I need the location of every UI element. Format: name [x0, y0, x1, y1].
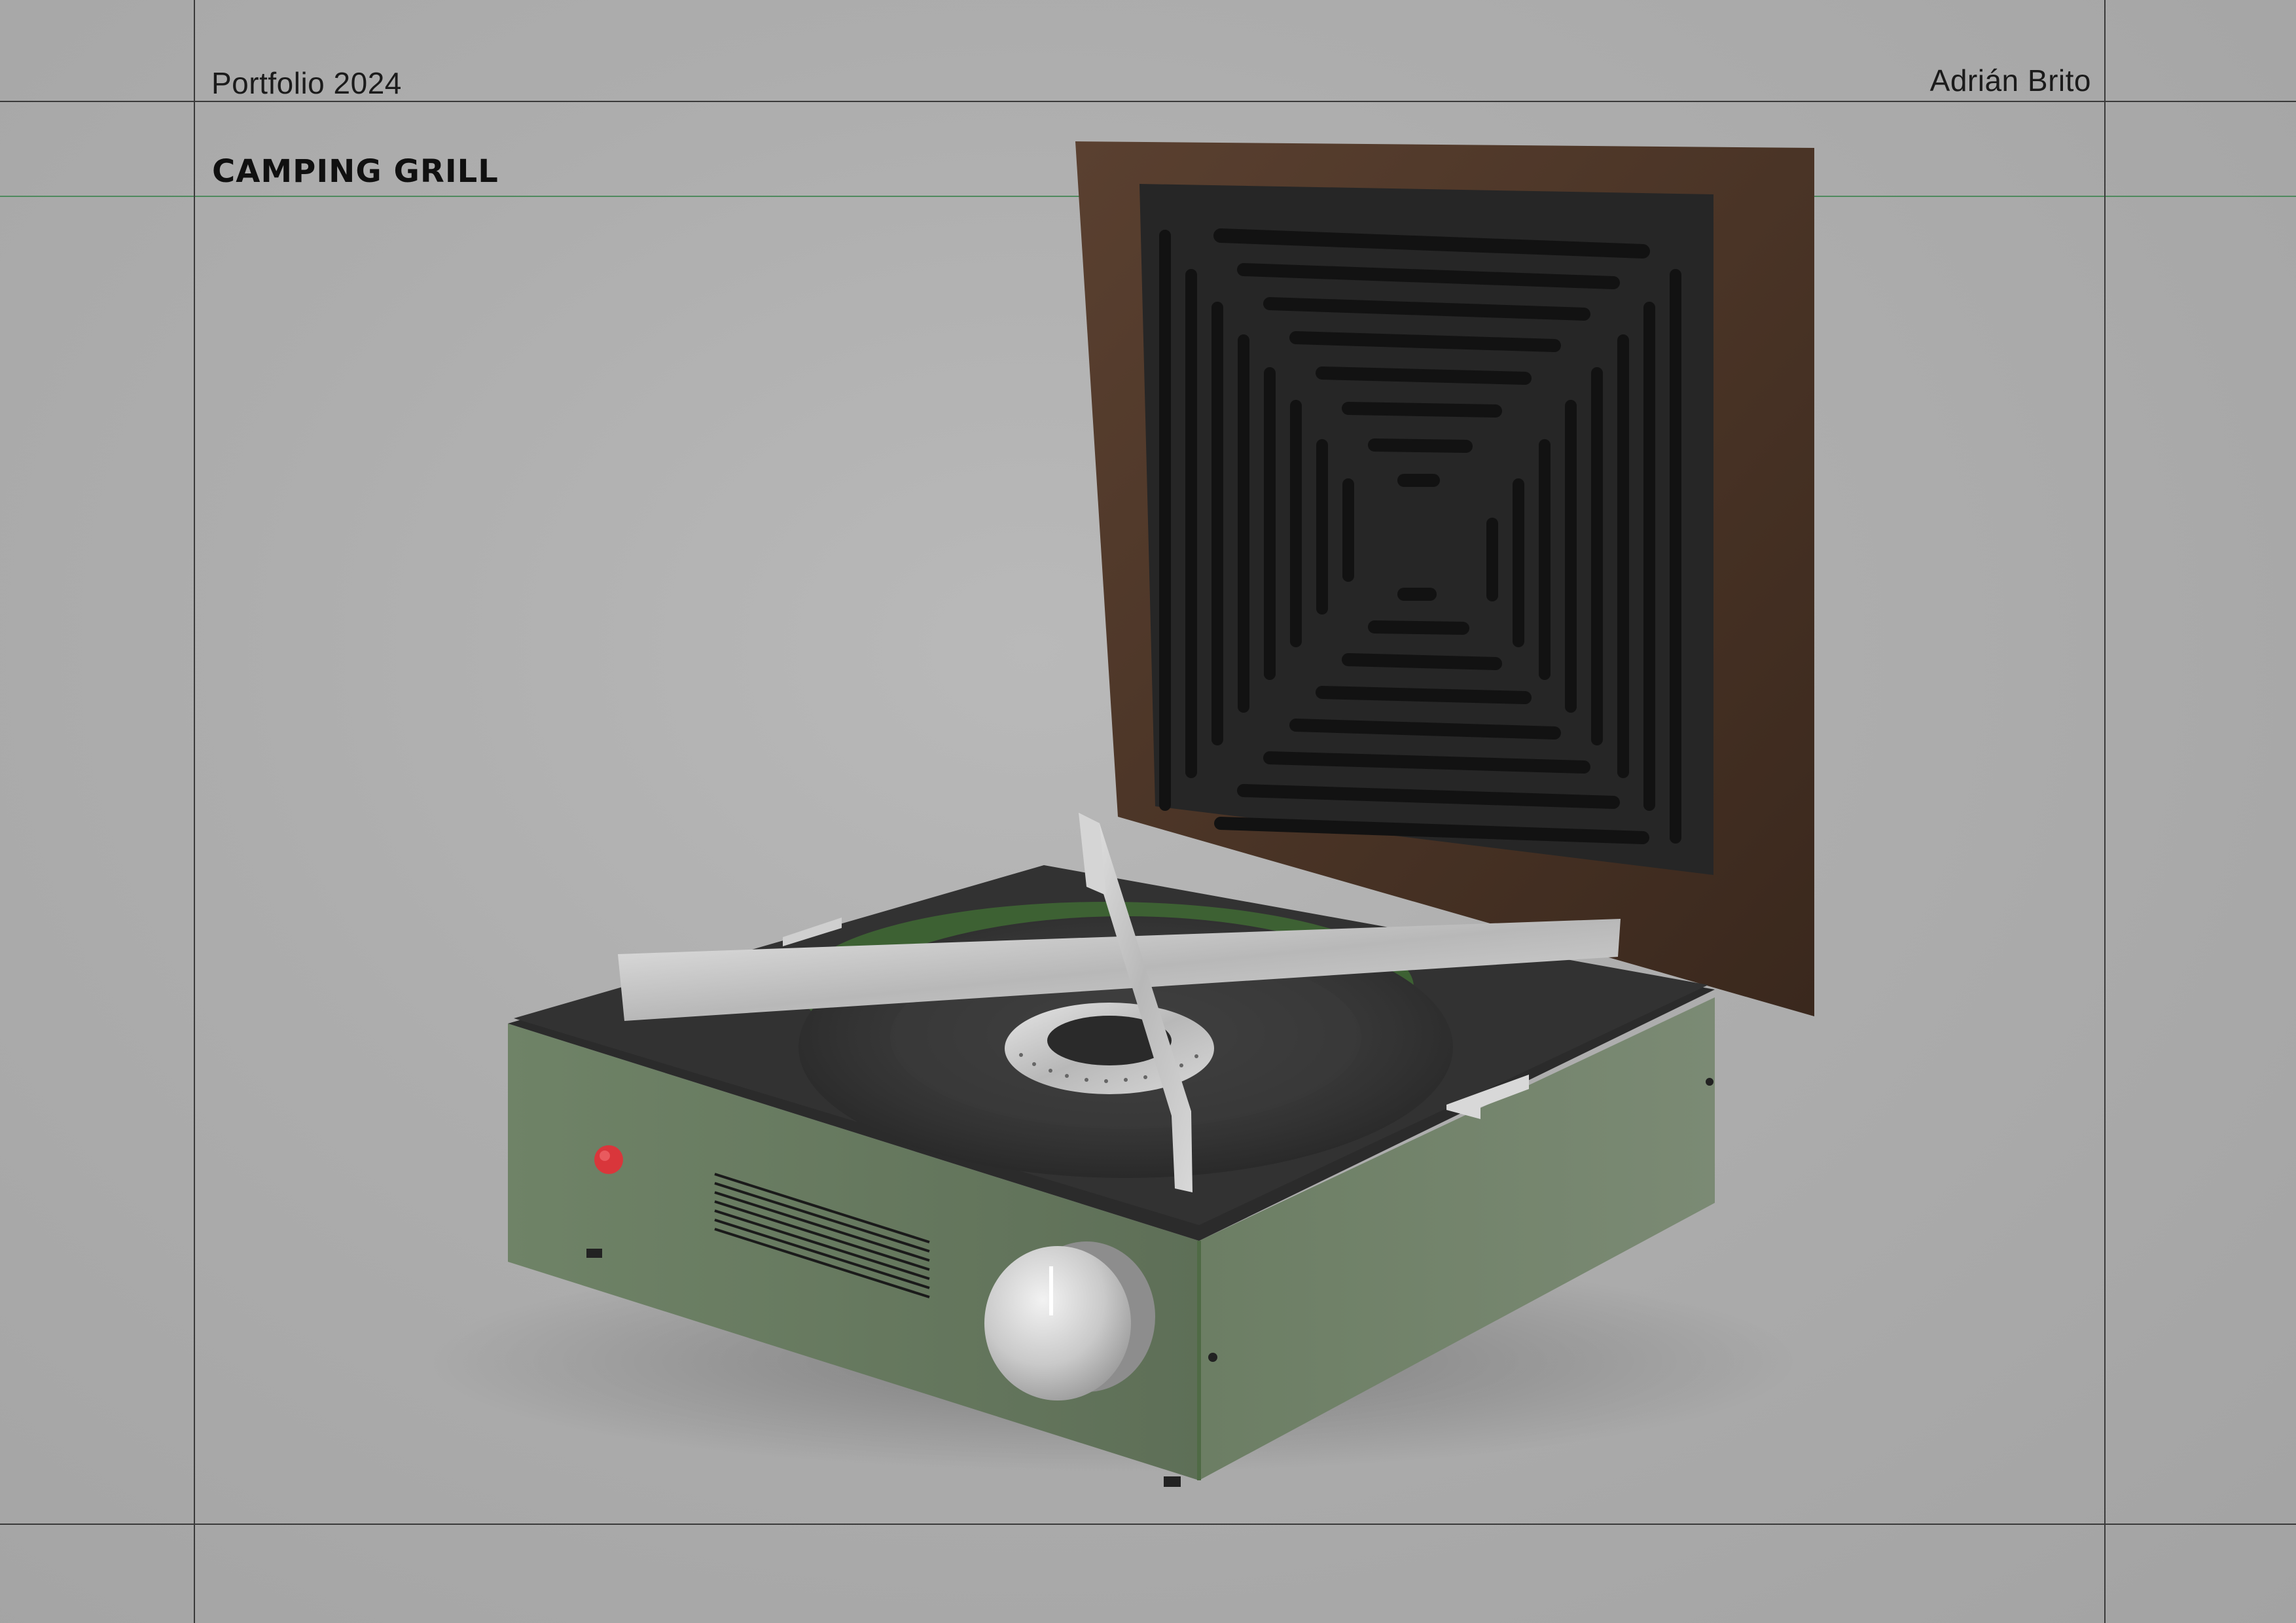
control-knob	[984, 1246, 1131, 1400]
camping-grill-render	[425, 141, 1814, 1487]
screw	[1706, 1078, 1713, 1086]
ignition-button	[594, 1145, 623, 1174]
screw	[1208, 1353, 1217, 1362]
